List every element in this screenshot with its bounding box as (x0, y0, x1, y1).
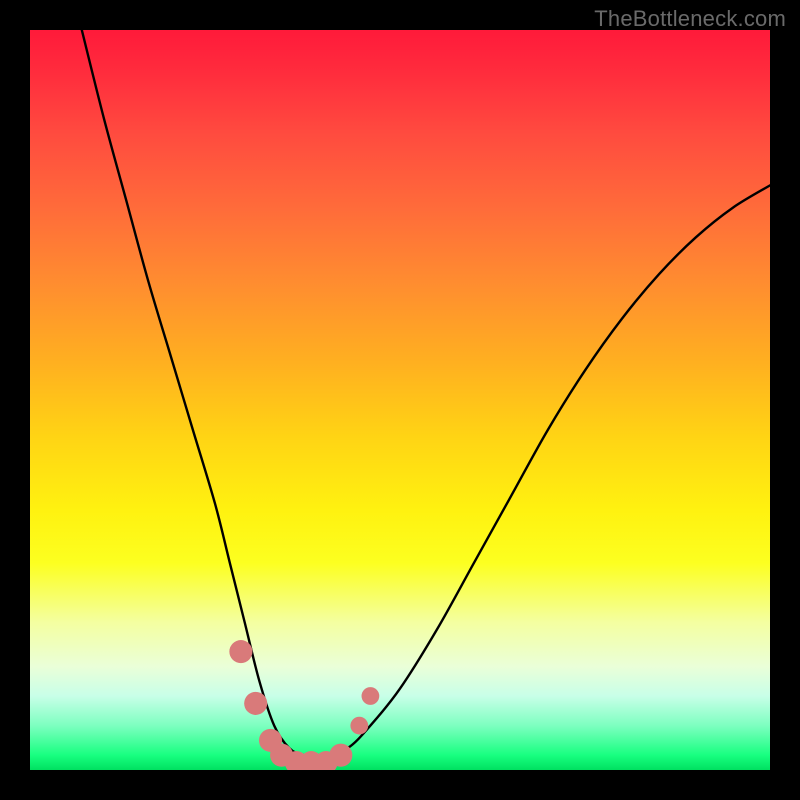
watermark-text: TheBottleneck.com (594, 6, 786, 32)
chart-frame: TheBottleneck.com (0, 0, 800, 800)
highlight-dot (350, 717, 368, 735)
bottleneck-curve (82, 30, 770, 756)
highlight-dot (229, 640, 252, 663)
plot-area (30, 30, 770, 770)
highlight-dots (229, 640, 379, 770)
highlight-dot (244, 692, 267, 715)
highlight-dot (362, 687, 380, 705)
highlight-dot (329, 744, 352, 767)
curve-svg (30, 30, 770, 770)
